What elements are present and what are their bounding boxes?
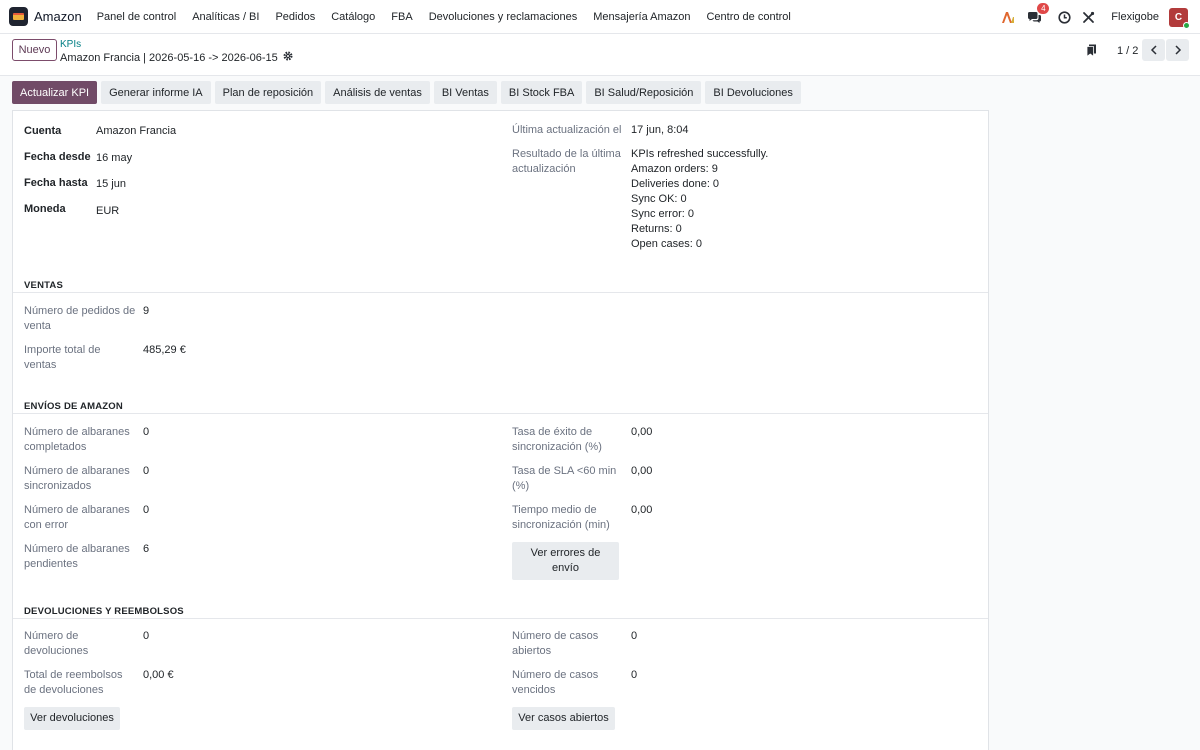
control-panel: Nuevo KPIs Amazon Francia | 2026-05-16 -… xyxy=(0,34,1200,76)
breadcrumb-current: Amazon Francia | 2026-05-16 -> 2026-06-1… xyxy=(60,51,293,64)
amazon-app-icon[interactable] xyxy=(9,7,28,26)
view-returns-button[interactable]: Ver devoluciones xyxy=(24,707,120,730)
result-line: Amazon orders: 9 xyxy=(631,163,718,175)
sync-success-value: 0,00 xyxy=(631,426,653,438)
overdue-cases-label: Número de casos vencidos xyxy=(512,669,599,696)
menu-pedidos[interactable]: Pedidos xyxy=(275,11,315,23)
replenishment-plan-button[interactable]: Plan de reposición xyxy=(214,81,322,104)
returns-section-title: DEVOLUCIONES Y REEMBOLSOS xyxy=(24,606,184,617)
menu-fba[interactable]: FBA xyxy=(391,11,412,23)
top-navbar: Amazon Panel de control Analíticas / BI … xyxy=(0,0,1200,34)
sales-total-value: 485,29 € xyxy=(143,344,186,356)
chevron-left-icon xyxy=(1150,45,1157,55)
bi-health-button[interactable]: BI Salud/Reposición xyxy=(586,81,702,104)
sales-orders-value: 9 xyxy=(143,305,150,317)
date-from-field[interactable]: 16 may xyxy=(96,151,132,166)
menu-analiticas-bi[interactable]: Analíticas / BI xyxy=(192,11,259,23)
menu-panel-de-control[interactable]: Panel de control xyxy=(97,11,177,23)
date-from-label: Fecha desde xyxy=(24,151,91,163)
form-sheet: Cuenta Amazon Francia Fecha desde 16 may… xyxy=(12,110,989,750)
bi-fba-stock-button[interactable]: BI Stock FBA xyxy=(500,81,583,104)
bi-returns-button[interactable]: BI Devoluciones xyxy=(705,81,801,104)
pager-value[interactable]: 1 / 2 xyxy=(1117,45,1138,57)
sla-rate-value: 0,00 xyxy=(631,465,653,477)
refund-total-value: 0,00 € xyxy=(143,669,174,681)
deliveries-synced-label: Número de albaranes sincronizados xyxy=(24,465,130,492)
sla-rate-label: Tasa de SLA <60 min (%) xyxy=(512,465,617,492)
pager-previous-button[interactable] xyxy=(1142,39,1165,61)
sync-success-label: Tasa de éxito de sincronización (%) xyxy=(512,426,602,453)
new-record-button[interactable]: Nuevo xyxy=(12,39,57,61)
account-field[interactable]: Amazon Francia xyxy=(96,124,176,139)
sales-section-title: VENTAS xyxy=(24,280,64,291)
returns-count-label: Número de devoluciones xyxy=(24,630,89,657)
menu-catalogo[interactable]: Catálogo xyxy=(331,11,375,23)
avg-sync-time-value: 0,00 xyxy=(631,504,653,516)
section-divider xyxy=(13,292,988,293)
deliveries-error-value: 0 xyxy=(143,504,150,516)
avatar-initial: C xyxy=(1174,11,1183,23)
last-update-label: Última actualización el xyxy=(512,124,622,136)
last-result-value: KPIs refreshed successfully. Amazon orde… xyxy=(631,147,768,252)
view-open-cases-button[interactable]: Ver casos abiertos xyxy=(512,707,615,730)
deliveries-done-value: 0 xyxy=(143,426,150,438)
sales-analysis-button[interactable]: Análisis de ventas xyxy=(325,81,430,104)
chevron-right-icon xyxy=(1174,45,1181,55)
user-avatar[interactable]: C xyxy=(1169,7,1190,29)
view-shipping-errors-button[interactable]: Ver errores de envío xyxy=(512,542,619,580)
record-title: Amazon Francia | 2026-05-16 -> 2026-06-1… xyxy=(60,51,278,64)
avg-sync-time-label: Tiempo medio de sincronización (min) xyxy=(512,504,610,531)
shipping-section-title: ENVÍOS DE AMAZON xyxy=(24,401,123,412)
currency-label: Moneda xyxy=(24,203,66,215)
result-line: Open cases: 0 xyxy=(631,238,702,250)
sales-total-label: Importe total de ventas xyxy=(24,344,101,371)
refund-total-label: Total de reembolsos de devoluciones xyxy=(24,669,123,696)
section-divider xyxy=(13,413,988,414)
open-cases-value: 0 xyxy=(631,630,638,642)
deliveries-done-label: Número de albaranes completados xyxy=(24,426,130,453)
bi-sales-button[interactable]: BI Ventas xyxy=(433,81,497,104)
deliveries-pending-label: Número de albaranes pendientes xyxy=(24,543,130,570)
ai-assistant-icon[interactable] xyxy=(999,8,1017,26)
deliveries-pending-value: 6 xyxy=(143,543,150,555)
section-divider xyxy=(13,618,988,619)
date-to-field[interactable]: 15 jun xyxy=(96,177,126,192)
result-line: Deliveries done: 0 xyxy=(631,178,720,190)
menu-centro-de-control[interactable]: Centro de control xyxy=(706,11,790,23)
online-status-dot xyxy=(1183,21,1190,29)
result-line: Sync OK: 0 xyxy=(631,193,687,205)
currency-field[interactable]: EUR xyxy=(96,204,119,219)
gear-icon[interactable] xyxy=(283,51,293,64)
account-label: Cuenta xyxy=(24,125,62,137)
generate-ai-report-button[interactable]: Generar informe IA xyxy=(101,81,211,104)
result-line: Sync error: 0 xyxy=(631,208,694,220)
overdue-cases-value: 0 xyxy=(631,669,638,681)
menu-devoluciones[interactable]: Devoluciones y reclamaciones xyxy=(429,11,578,23)
company-switcher[interactable]: Flexigobe xyxy=(1111,11,1159,23)
activity-clock-icon[interactable] xyxy=(1055,8,1073,26)
menu-mensajeria[interactable]: Mensajería Amazon xyxy=(593,11,690,23)
returns-count-value: 0 xyxy=(143,630,150,642)
result-line: Returns: 0 xyxy=(631,223,682,235)
messages-icon[interactable]: 4 xyxy=(1025,3,1050,26)
deliveries-error-label: Número de albaranes con error xyxy=(24,504,130,531)
open-cases-label: Número de casos abiertos xyxy=(512,630,599,657)
bookmark-icon[interactable] xyxy=(1086,44,1097,60)
date-to-label: Fecha hasta xyxy=(24,177,88,189)
app-name[interactable]: Amazon xyxy=(34,9,82,24)
deliveries-synced-value: 0 xyxy=(143,465,150,477)
last-update-value: 17 jun, 8:04 xyxy=(631,124,689,136)
breadcrumb-kpis[interactable]: KPIs xyxy=(60,39,81,50)
sales-orders-label: Número de pedidos de venta xyxy=(24,305,136,332)
result-line: KPIs refreshed successfully. xyxy=(631,148,769,160)
pager-next-button[interactable] xyxy=(1166,39,1189,61)
update-kpi-button[interactable]: Actualizar KPI xyxy=(12,81,98,104)
messages-badge: 4 xyxy=(1037,3,1050,14)
debug-tools-icon[interactable] xyxy=(1079,8,1097,26)
last-result-label: Resultado de la última actualización xyxy=(512,148,621,175)
action-buttons-bar: Actualizar KPI Generar informe IA Plan d… xyxy=(12,81,805,104)
